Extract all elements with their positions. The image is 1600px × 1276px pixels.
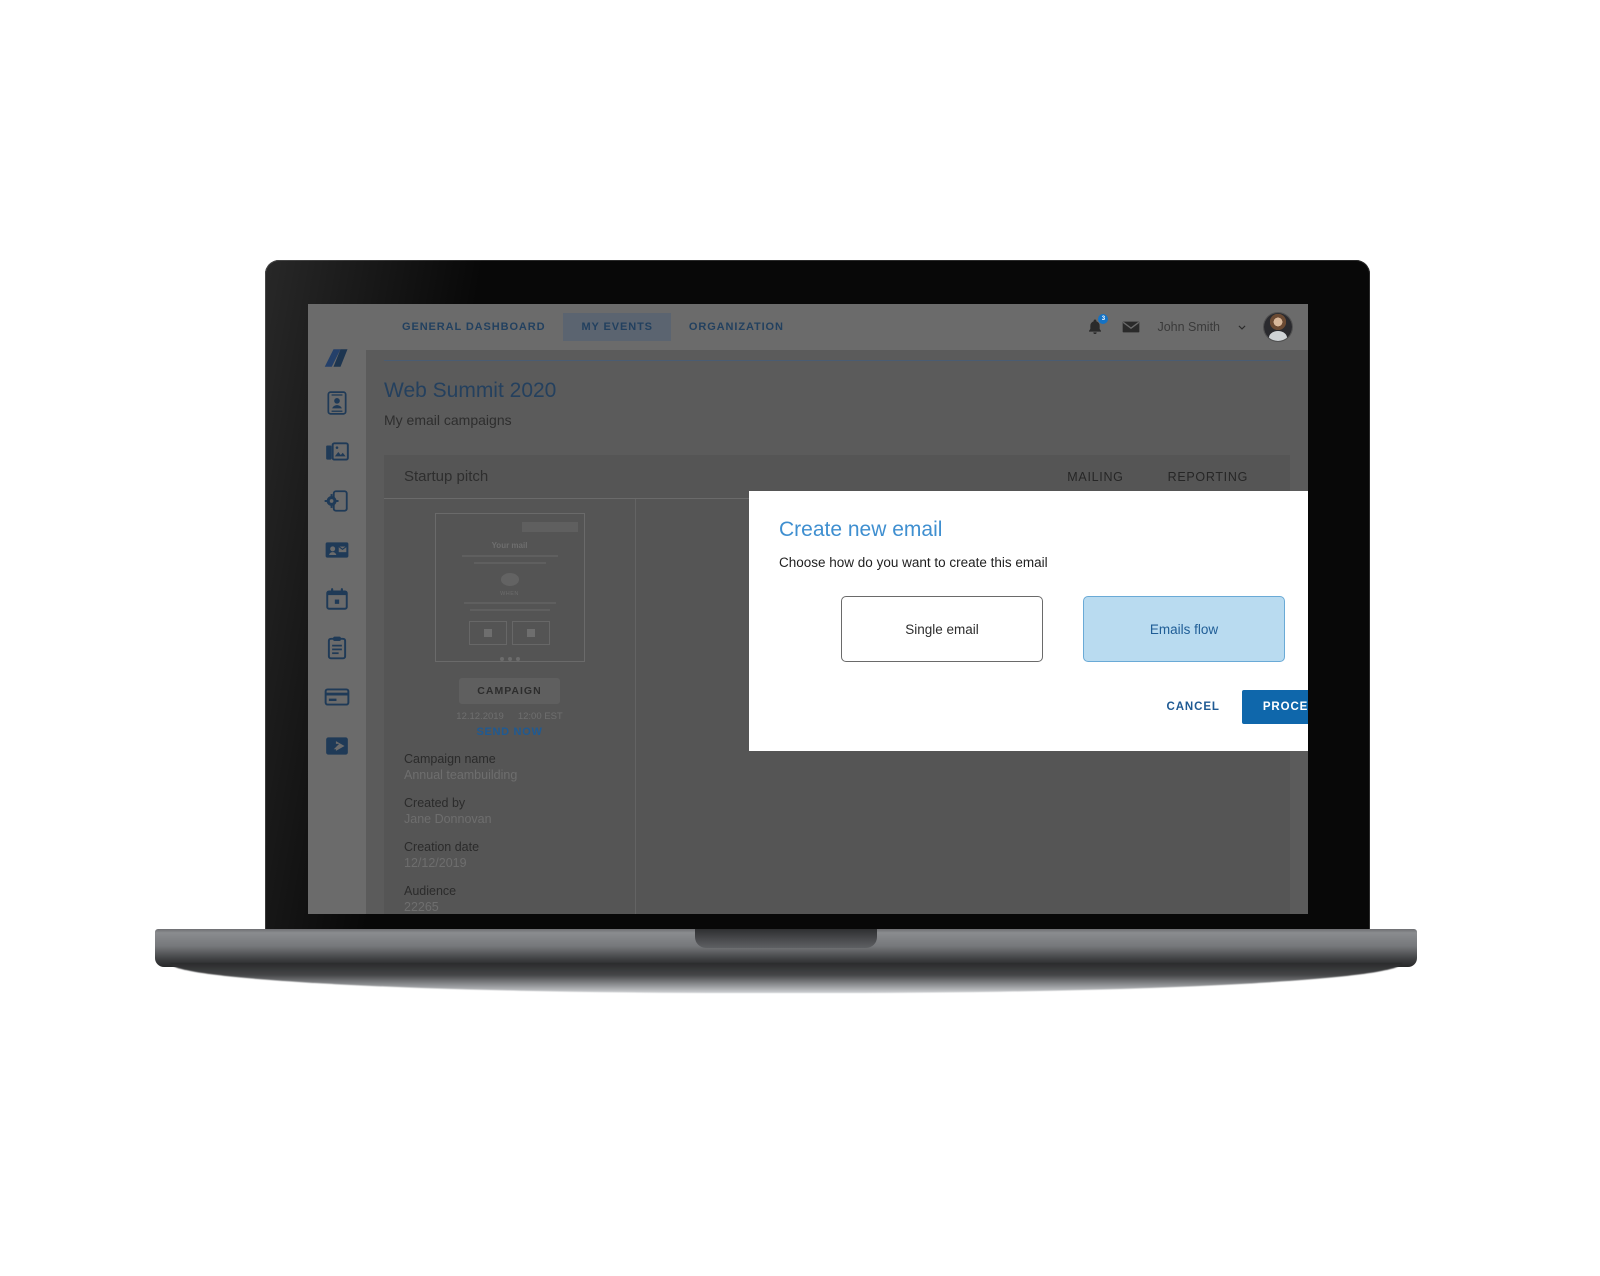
option-emails-flow[interactable]: Emails flow xyxy=(1083,596,1285,662)
dialog-subtitle: Choose how do you want to create this em… xyxy=(779,555,1048,570)
dialog-actions: CANCEL PROCEED xyxy=(779,690,1308,724)
laptop-lid: GENERAL DASHBOARD MY EVENTS ORGANIZATION… xyxy=(265,260,1370,932)
laptop-mockup: GENERAL DASHBOARD MY EVENTS ORGANIZATION… xyxy=(0,0,1600,1276)
modal-scrim[interactable]: Create new email Choose how do you want … xyxy=(308,304,1308,914)
laptop-base-notch xyxy=(695,929,877,948)
dialog-choice-row: Single email Emails flow xyxy=(779,596,1308,662)
create-new-email-dialog: Create new email Choose how do you want … xyxy=(749,491,1308,751)
proceed-button[interactable]: PROCEED xyxy=(1241,690,1308,724)
option-single-email[interactable]: Single email xyxy=(841,596,1043,662)
laptop-base xyxy=(155,929,1417,967)
laptop-foot-shadow xyxy=(170,963,1402,993)
laptop-screen: GENERAL DASHBOARD MY EVENTS ORGANIZATION… xyxy=(308,304,1308,914)
dialog-title: Create new email xyxy=(779,518,943,541)
cancel-button[interactable]: CANCEL xyxy=(1167,701,1220,713)
